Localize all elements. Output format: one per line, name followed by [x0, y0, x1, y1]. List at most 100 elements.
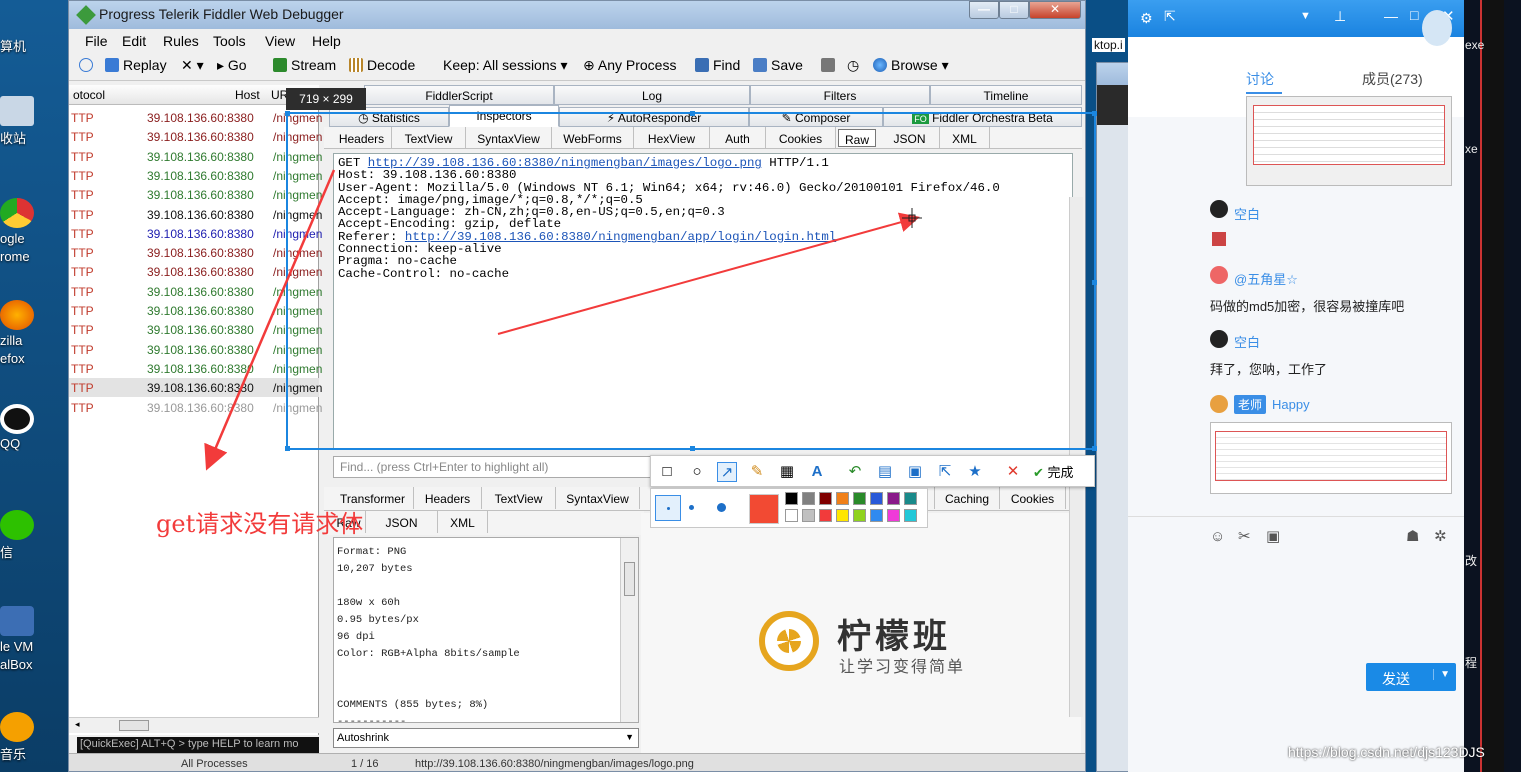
column-host[interactable]: Host — [235, 88, 260, 102]
tab-log[interactable]: Log — [554, 85, 750, 105]
browse-button[interactable]: Browse ▾ — [873, 57, 949, 74]
done-button[interactable]: ✔ 完成 — [1033, 462, 1074, 481]
chat-image-thumb[interactable] — [1210, 422, 1452, 494]
tab-discuss[interactable]: 讨论 — [1246, 69, 1274, 89]
cancel-icon[interactable]: ✕ — [1003, 462, 1023, 482]
scroll-left-icon[interactable]: ◂ — [75, 719, 80, 730]
table-row[interactable]: TTP 39.108.136.60:8380/ningmen — [69, 166, 322, 185]
table-row[interactable]: TTP 39.108.136.60:8380/ningmen — [69, 224, 322, 243]
color-swatch[interactable] — [785, 509, 798, 522]
timer-icon[interactable]: ◷ — [847, 57, 859, 74]
chat-image-thumb[interactable] — [1246, 96, 1452, 186]
menu-view[interactable]: View — [265, 33, 295, 49]
remove-button[interactable]: ✕ ▾ — [181, 57, 204, 74]
screenshot-tool-icon[interactable] — [821, 57, 839, 73]
tab-response-cookies[interactable]: Cookies — [1000, 487, 1066, 509]
current-color-swatch[interactable] — [749, 494, 779, 524]
color-swatch[interactable] — [836, 492, 849, 505]
desktop-icon-chrome[interactable]: ogle rome — [0, 198, 75, 266]
table-row[interactable]: TTP 39.108.136.60:8380/ningmen — [69, 282, 322, 301]
scroll-thumb[interactable] — [119, 720, 149, 731]
pin-icon[interactable]: ⊥ — [1334, 8, 1346, 25]
tab-response-json[interactable]: JSON — [366, 511, 438, 533]
find-input[interactable]: Find... (press Ctrl+Enter to highlight a… — [333, 456, 653, 478]
resize-handle[interactable] — [285, 446, 290, 451]
response-image-info[interactable]: Format: PNG 10,207 bytes 180w x 60h 0.95… — [333, 537, 639, 723]
tab-response-xml[interactable]: XML — [438, 511, 488, 533]
undo-icon[interactable]: ↶ — [845, 462, 865, 482]
table-row[interactable]: TTP 39.108.136.60:8380/ningmen — [69, 320, 322, 339]
resize-handle[interactable] — [285, 111, 290, 116]
scissors-icon[interactable]: ✂ — [1238, 527, 1251, 545]
any-process-button[interactable]: ⊕ Any Process — [583, 57, 676, 74]
table-row[interactable]: TTP 39.108.136.60:8380/ningmen — [69, 262, 322, 281]
tab-response-headers[interactable]: Headers — [414, 487, 482, 509]
gear-icon[interactable]: ✲ — [1434, 527, 1447, 545]
menu-tools[interactable]: Tools — [213, 33, 246, 49]
tab-response-textview[interactable]: TextView — [482, 487, 556, 509]
emoji-icon[interactable]: ☺ — [1210, 528, 1225, 545]
menu-edit[interactable]: Edit — [122, 33, 146, 49]
resize-handle[interactable] — [690, 111, 695, 116]
desktop-icon-firefox[interactable]: zilla efox — [0, 300, 75, 368]
table-row[interactable]: TTP 39.108.136.60:8380/ningmen — [69, 147, 322, 166]
maximize-icon[interactable]: □ — [1410, 7, 1418, 23]
menu-help[interactable]: Help — [312, 33, 341, 49]
minimize-button[interactable]: — — [969, 1, 999, 19]
desktop-icon-recycle-bin[interactable]: 收站 — [0, 96, 75, 147]
tab-fiddlerscript[interactable]: FiddlerScript — [364, 85, 554, 105]
go-button[interactable]: ▸ Go — [217, 57, 247, 74]
table-row[interactable]: TTP 39.108.136.60:8380/ningmen — [69, 127, 322, 146]
color-swatch[interactable] — [853, 492, 866, 505]
screenshot-selection[interactable] — [285, 111, 1097, 451]
replay-button[interactable]: Replay — [105, 57, 167, 73]
desktop-icon-virtualbox[interactable]: le VM alBox — [0, 606, 75, 674]
tab-members[interactable]: 成员(273) — [1362, 69, 1423, 89]
autoshrink-select[interactable]: Autoshrink ▼ — [333, 728, 639, 748]
menu-file[interactable]: File — [85, 33, 108, 49]
save-icon[interactable]: ▤ — [875, 462, 895, 482]
share-icon[interactable]: ⇱ — [935, 462, 955, 482]
image-icon[interactable]: ▣ — [1266, 527, 1280, 545]
tab-filters[interactable]: Filters — [750, 85, 930, 105]
table-row[interactable]: TTP 39.108.136.60:8380/ningmen — [69, 301, 322, 320]
pencil-tool-icon[interactable]: ✎ — [747, 462, 767, 482]
comment-icon[interactable] — [79, 57, 97, 73]
tab-response-caching[interactable]: Caching — [934, 487, 1000, 509]
column-protocol[interactable]: otocol — [73, 88, 105, 102]
group-icon[interactable]: ☗ — [1406, 527, 1419, 545]
save-button[interactable]: Save — [753, 57, 803, 73]
decode-button[interactable]: Decode — [349, 57, 415, 73]
color-swatch[interactable] — [904, 492, 917, 505]
desktop-icon-wechat[interactable]: 信 — [0, 510, 75, 561]
tab-timeline[interactable]: Timeline — [930, 85, 1082, 105]
table-row[interactable]: TTP 39.108.136.60:8380/ningmen — [69, 398, 322, 417]
color-swatch[interactable] — [836, 509, 849, 522]
rectangle-tool-icon[interactable]: □ — [657, 462, 677, 482]
table-row[interactable]: TTP 39.108.136.60:8380/ningmen — [69, 205, 322, 224]
send-button[interactable]: 发送 ▼ — [1366, 663, 1456, 691]
share-icon[interactable]: ⇱ — [1164, 8, 1176, 25]
menu-rules[interactable]: Rules — [163, 33, 199, 49]
chevron-down-icon[interactable]: ▼ — [1300, 10, 1311, 22]
desktop-icon-computer[interactable]: 算机 — [0, 36, 75, 55]
color-swatch[interactable] — [802, 492, 815, 505]
chat-username[interactable]: @五角星☆ — [1234, 269, 1298, 288]
color-swatch[interactable] — [870, 509, 883, 522]
quickexec-input[interactable]: [QuickExec] ALT+Q > type HELP to learn m… — [77, 737, 319, 753]
desktop-icon-qq[interactable]: QQ — [0, 404, 75, 451]
color-swatch[interactable] — [887, 492, 900, 505]
size-small-option[interactable] — [655, 495, 681, 521]
settings-icon[interactable]: ⚙ — [1140, 10, 1153, 27]
table-row[interactable]: TTP 39.108.136.60:8380/ningmen — [69, 378, 322, 398]
stream-button[interactable]: Stream — [273, 57, 336, 73]
color-swatch[interactable] — [870, 492, 883, 505]
status-process[interactable]: All Processes — [181, 758, 248, 770]
color-swatch[interactable] — [785, 492, 798, 505]
chat-username[interactable]: 空白 — [1234, 332, 1260, 351]
ellipse-tool-icon[interactable]: ○ — [687, 462, 707, 482]
find-button[interactable]: Find — [695, 57, 740, 73]
response-scrollbar[interactable] — [620, 538, 638, 722]
color-swatch[interactable] — [819, 509, 832, 522]
color-swatch[interactable] — [887, 509, 900, 522]
